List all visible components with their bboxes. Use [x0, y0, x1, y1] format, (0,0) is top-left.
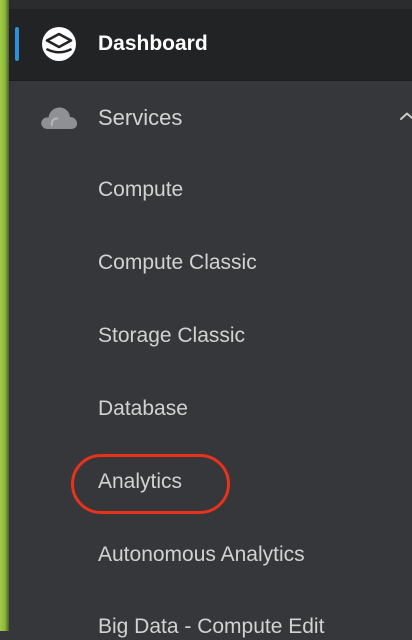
submenu-item-database[interactable]: Database: [98, 396, 188, 422]
submenu-item-storage-classic[interactable]: Storage Classic: [98, 323, 245, 349]
active-indicator: [15, 27, 19, 61]
dashboard-icon: [42, 27, 76, 61]
submenu-item-compute-classic[interactable]: Compute Classic: [98, 250, 257, 276]
left-edge-strip: [0, 0, 9, 631]
submenu-item-autonomous-analytics[interactable]: Autonomous Analytics: [98, 542, 305, 568]
submenu-item-compute[interactable]: Compute: [98, 177, 183, 203]
cloud-icon: [41, 107, 78, 129]
submenu-item-analytics[interactable]: Analytics: [98, 469, 182, 495]
nav-item-services[interactable]: Services: [9, 82, 412, 154]
dashboard-label: Dashboard: [98, 32, 208, 55]
services-label: Services: [98, 105, 183, 130]
nav-item-dashboard[interactable]: Dashboard: [9, 9, 412, 81]
submenu-item-big-data-compute-edit[interactable]: Big Data - Compute Edit: [98, 614, 324, 640]
chevron-up-icon[interactable]: [398, 111, 412, 121]
top-edge: [9, 0, 412, 9]
